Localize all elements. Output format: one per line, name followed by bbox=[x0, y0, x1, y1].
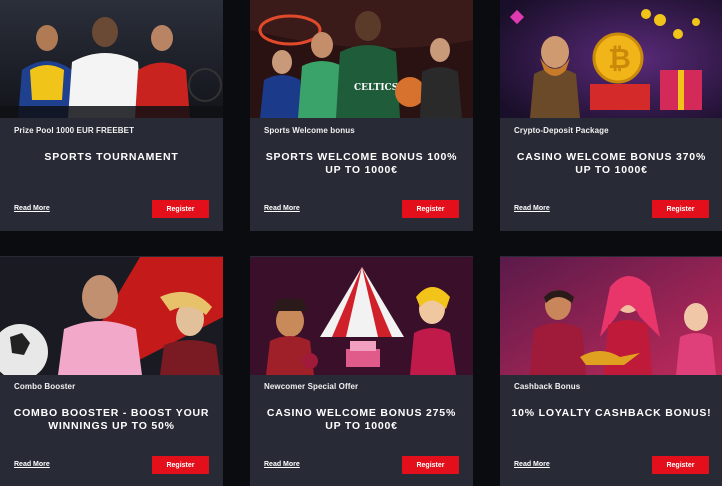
promo-subtitle: Prize Pool 1000 EUR FREEBET bbox=[14, 126, 135, 135]
svg-text:₿: ₿ bbox=[608, 42, 631, 75]
promo-subtitle: Newcomer Special Offer bbox=[264, 382, 359, 391]
football-players-image bbox=[0, 257, 223, 375]
promo-headline: COMBO BOOSTER - BOOST YOUR WINNINGS UP T… bbox=[13, 407, 210, 432]
athletes-image bbox=[0, 0, 223, 118]
promo-headline: 10% LOYALTY CASHBACK BONUS! bbox=[511, 407, 712, 419]
promo-card-sports-welcome: CELTICS Sports Welcome bonus SPORTS WELC… bbox=[250, 0, 473, 231]
read-more-link[interactable]: Read More bbox=[14, 205, 50, 212]
read-more-link[interactable]: Read More bbox=[264, 205, 300, 212]
promo-card-crypto-deposit: ₿ Crypto-Deposit Package CASINO WELCOME … bbox=[500, 0, 722, 231]
promo-subtitle: Sports Welcome bonus bbox=[264, 126, 355, 135]
promo-card-newcomer-offer: Newcomer Special Offer CASINO WELCOME BO… bbox=[250, 256, 473, 486]
promo-card-cashback: Cashback Bonus 10% LOYALTY CASHBACK BONU… bbox=[500, 256, 722, 486]
promo-headline: CASINO WELCOME BONUS 370% UP TO 1000€ bbox=[516, 151, 707, 176]
svg-text:CELTICS: CELTICS bbox=[354, 83, 398, 93]
promo-card-combo-booster: Combo Booster COMBO BOOSTER - BOOST YOUR… bbox=[0, 256, 223, 486]
genie-lamp-image bbox=[500, 257, 722, 375]
circus-characters-image bbox=[250, 257, 473, 375]
register-button[interactable]: Register bbox=[152, 456, 209, 474]
promotions-grid: Prize Pool 1000 EUR FREEBET SPORTS TOURN… bbox=[0, 0, 722, 486]
register-button[interactable]: Register bbox=[652, 200, 709, 218]
promo-card-sports-tournament: Prize Pool 1000 EUR FREEBET SPORTS TOURN… bbox=[0, 0, 223, 231]
promo-subtitle: Cashback Bonus bbox=[514, 382, 581, 391]
read-more-link[interactable]: Read More bbox=[264, 461, 300, 468]
read-more-link[interactable]: Read More bbox=[514, 205, 550, 212]
promo-headline: CASINO WELCOME BONUS 275% UP TO 1000€ bbox=[266, 407, 457, 432]
register-button[interactable]: Register bbox=[402, 456, 459, 474]
register-button[interactable]: Register bbox=[652, 456, 709, 474]
read-more-link[interactable]: Read More bbox=[14, 461, 50, 468]
promo-headline: SPORTS TOURNAMENT bbox=[44, 151, 179, 163]
promo-subtitle: Crypto-Deposit Package bbox=[514, 126, 609, 135]
read-more-link[interactable]: Read More bbox=[514, 461, 550, 468]
register-button[interactable]: Register bbox=[402, 200, 459, 218]
register-button[interactable]: Register bbox=[152, 200, 209, 218]
promo-headline: SPORTS WELCOME BONUS 100% UP TO 1000€ bbox=[265, 151, 458, 176]
promo-subtitle: Combo Booster bbox=[14, 382, 76, 391]
bitcoin-treasure-image: ₿ bbox=[500, 0, 722, 118]
basketball-players-image: CELTICS bbox=[250, 0, 473, 118]
